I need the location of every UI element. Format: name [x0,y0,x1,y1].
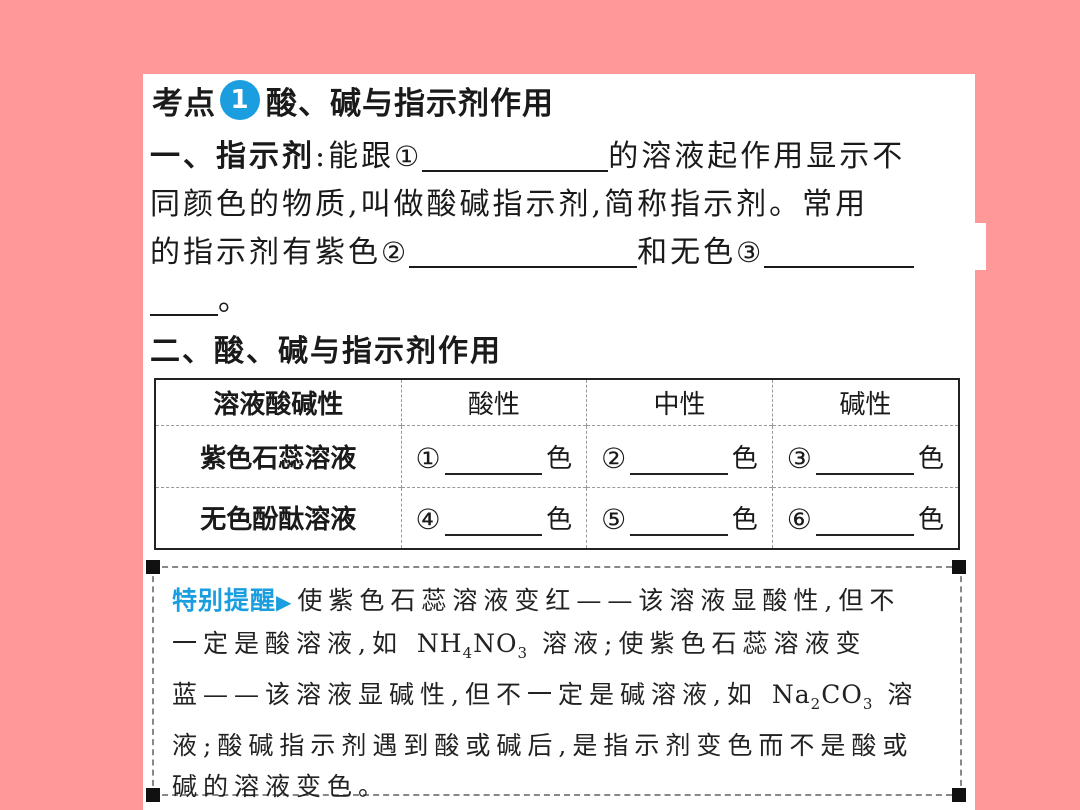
blank-1[interactable] [422,136,609,172]
section1-line3: 的指示剂有紫色② 和无色③ [150,229,970,277]
tip-line: 碱的溶液变色。 [172,772,390,801]
formula-na2co3: Na2CO3 [771,680,874,713]
blank-3[interactable] [764,232,915,268]
tip-text: 特别提醒▶使紫色石蕊溶液变红——该溶液显酸性,但不 一定是酸溶液,如 NH4NO… [172,580,944,807]
answer-blank[interactable] [444,506,543,537]
section2-title: 二、酸、碱与指示剂作用 [150,334,502,369]
answer-blank[interactable] [815,445,914,475]
tip-tag: 特别提醒 [172,586,277,615]
answer-blank[interactable] [815,506,914,537]
section1-line1: 一、指示剂:能跟① 的溶液起作用显示不 [150,133,970,181]
table-cell: ⑤色 [586,486,773,549]
table-header: 碱性 [771,379,959,425]
table-row: 紫色石蕊溶液 ①色 ②色 ③色 [155,424,959,487]
title-prefix: 考点 [152,85,216,122]
table-cell: ⑥色 [771,486,959,549]
blank-3-number: ③ [736,236,765,269]
formula-nh4no3: NH4NO3 [416,629,529,662]
answer-blank[interactable] [630,506,728,537]
table-header: 溶液酸碱性 [213,389,344,420]
number-badge: 1 [220,80,260,120]
table-header: 中性 [586,379,773,425]
page-title: 考点 1 酸、碱与指示剂作用 [152,78,554,122]
tip-line: 特别提醒▶使紫色石蕊溶液变红——该溶液显酸性,但不 [172,586,901,615]
row-label: 无色酚酞溶液 [155,486,401,549]
section1-line4: 。 [150,277,970,325]
row-label: 紫色石蕊溶液 [155,424,401,487]
answer-blank[interactable] [444,445,543,475]
table-cell: ③色 [771,424,959,487]
section1-label: 一、指示剂 [150,139,315,174]
corner-marker [146,560,160,574]
tip-line: 一定是酸溶液,如 NH4NO3 溶液;使紫色石蕊溶液变 [172,629,867,662]
triangle-icon: ▶ [276,590,298,614]
blank-3-continued[interactable] [150,280,218,316]
blank-1-number: ① [394,140,423,173]
title-text: 酸、碱与指示剂作用 [266,85,554,122]
blank-2[interactable] [409,232,638,268]
corner-marker [952,560,966,574]
blank-2-number: ② [381,236,410,269]
table-header: 酸性 [400,379,587,425]
tip-line: 蓝——该溶液显碱性,但不一定是碱溶液,如 Na2CO3 溶 [172,680,919,713]
table-cell: ①色 [400,424,587,487]
table-row: 无色酚酞溶液 ④色 ⑤色 ⑥色 [155,486,959,549]
table-cell: ④色 [400,486,587,549]
corner-marker [952,788,966,802]
tip-line: 液;酸碱指示剂遇到酸或碱后,是指示剂变色而不是酸或 [172,731,914,760]
indicator-table: 溶液酸碱性 酸性 中性 碱性 紫色石蕊溶液 ①色 ②色 ③色 无色酚酞溶液 ④色… [154,378,960,550]
section1-line2: 同颜色的物质,叫做酸碱指示剂,简称指示剂。常用 [150,187,869,222]
table-header-row: 溶液酸碱性 酸性 中性 碱性 [155,379,959,425]
table-cell: ②色 [586,424,773,487]
corner-marker [146,788,160,802]
answer-blank[interactable] [630,445,728,475]
